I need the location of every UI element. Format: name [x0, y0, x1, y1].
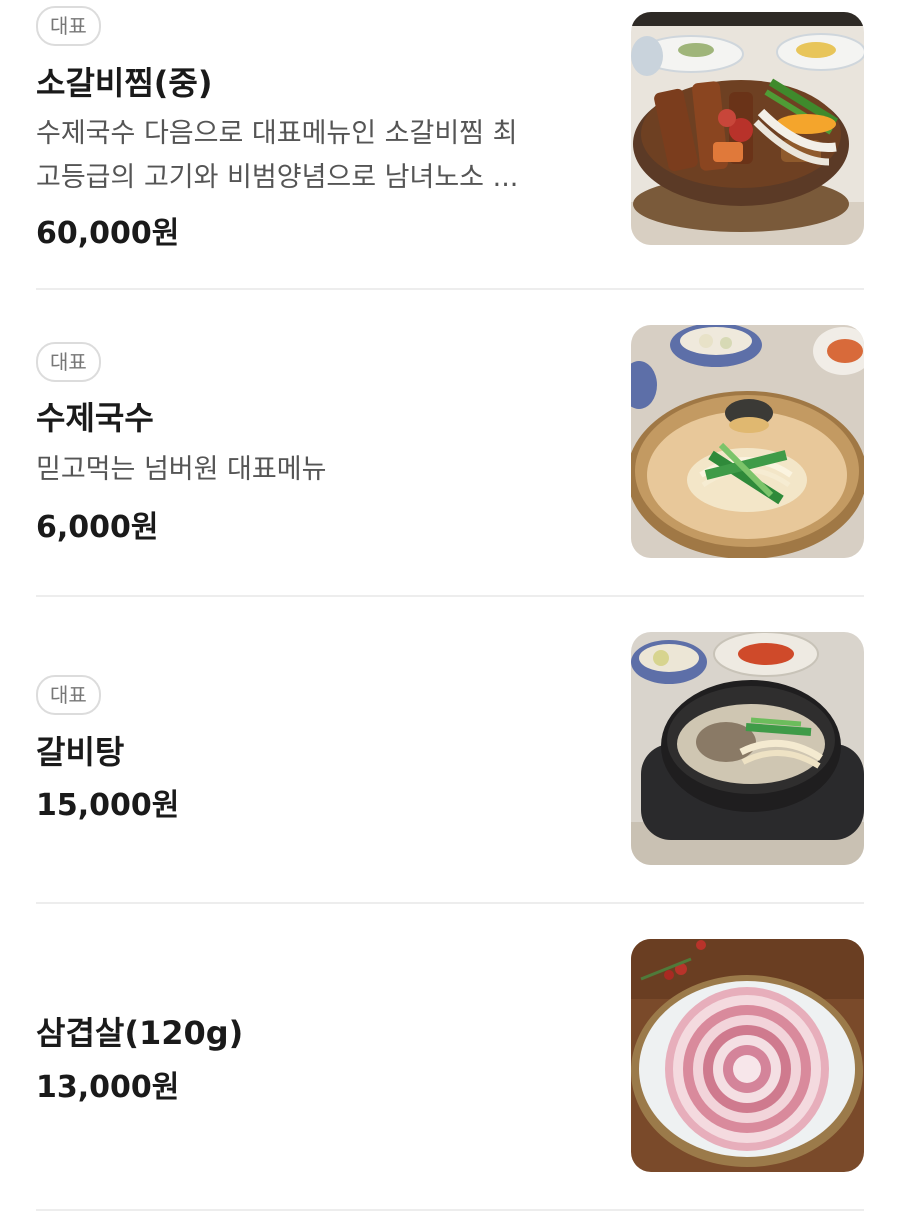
menu-item-price: 15,000원	[36, 788, 180, 823]
menu-list: 대표 소갈비찜(중) 수제국수 다음으로 대표메뉴인 소갈비찜 최 고등급의 고…	[0, 0, 900, 1229]
description-line: 수제국수 다음으로 대표메뉴인 소갈비찜 최	[36, 118, 518, 149]
menu-item-description: 믿고먹는 넘버원 대표메뉴	[36, 448, 596, 492]
menu-item-name: 수제국수	[36, 399, 154, 437]
menu-item-description: 수제국수 다음으로 대표메뉴인 소갈비찜 최 고등급의 고기와 비범양념으로 남…	[36, 112, 596, 200]
signature-badge: 대표	[36, 342, 101, 382]
signature-badge: 대표	[36, 6, 101, 46]
signature-badge: 대표	[36, 675, 101, 715]
menu-item-name: 갈비탕	[36, 733, 125, 771]
menu-item-name: 삼겹살(120g)	[36, 1014, 244, 1052]
menu-item-name: 소갈비찜(중)	[36, 64, 213, 102]
menu-item-galbijjim[interactable]: 대표 소갈비찜(중) 수제국수 다음으로 대표메뉴인 소갈비찜 최 고등급의 고…	[36, 0, 864, 290]
pork-belly-photo[interactable]	[631, 939, 864, 1172]
menu-item-price: 6,000원	[36, 510, 159, 545]
menu-item-noodles[interactable]: 대표 수제국수 믿고먹는 넘버원 대표메뉴 6,000원	[36, 290, 864, 597]
description-line: 고등급의 고기와 비범양념으로 남녀노소 ...	[36, 162, 519, 193]
galbitang-photo[interactable]	[631, 632, 864, 865]
menu-item-price: 13,000원	[36, 1070, 180, 1105]
menu-item-price: 60,000원	[36, 216, 180, 251]
handmade-noodles-photo[interactable]	[631, 325, 864, 558]
braised-short-ribs-photo[interactable]	[631, 12, 864, 245]
description-line: 믿고먹는 넘버원 대표메뉴	[36, 454, 327, 485]
menu-item-galbitang[interactable]: 대표 갈비탕 15,000원	[36, 597, 864, 904]
menu-item-samgyeopsal[interactable]: 삼겹살(120g) 13,000원	[36, 904, 864, 1211]
